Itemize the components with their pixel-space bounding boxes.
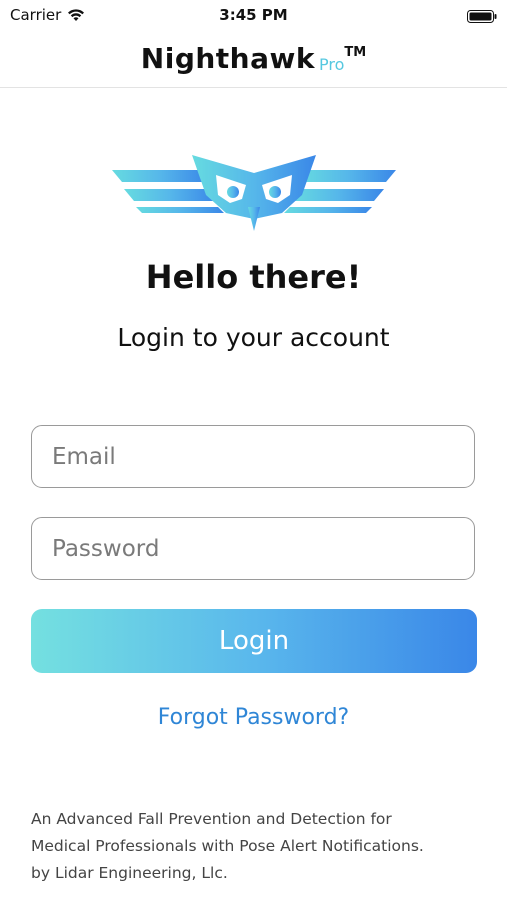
login-button[interactable]: Login: [31, 609, 477, 673]
nav-bar: Nighthawk ProTM: [0, 32, 507, 88]
app-name: Nighthawk: [140, 42, 315, 75]
login-subtitle: Login to your account: [117, 323, 390, 352]
footer-description: An Advanced Fall Prevention and Detectio…: [31, 806, 481, 887]
password-field[interactable]: [32, 518, 474, 579]
footer-line: An Advanced Fall Prevention and Detectio…: [31, 810, 392, 828]
footer-line: by Lidar Engineering, Llc.: [31, 864, 228, 882]
email-field[interactable]: [32, 426, 474, 487]
password-field-container[interactable]: [31, 517, 475, 580]
edition-label: Pro: [319, 55, 345, 74]
trademark-label: TM: [344, 45, 367, 60]
battery-icon: [467, 8, 497, 23]
app-title: Nighthawk ProTM: [0, 42, 507, 75]
footer-line: Medical Professionals with Pose Alert No…: [31, 837, 424, 855]
greeting-heading: Hello there!: [145, 258, 362, 296]
owl-wings-logo: [112, 155, 396, 231]
status-bar: Carrier 3:45 PM: [0, 0, 507, 32]
email-field-container[interactable]: [31, 425, 475, 488]
status-time: 3:45 PM: [219, 6, 288, 24]
forgot-password-link[interactable]: Forgot Password?: [0, 705, 507, 730]
